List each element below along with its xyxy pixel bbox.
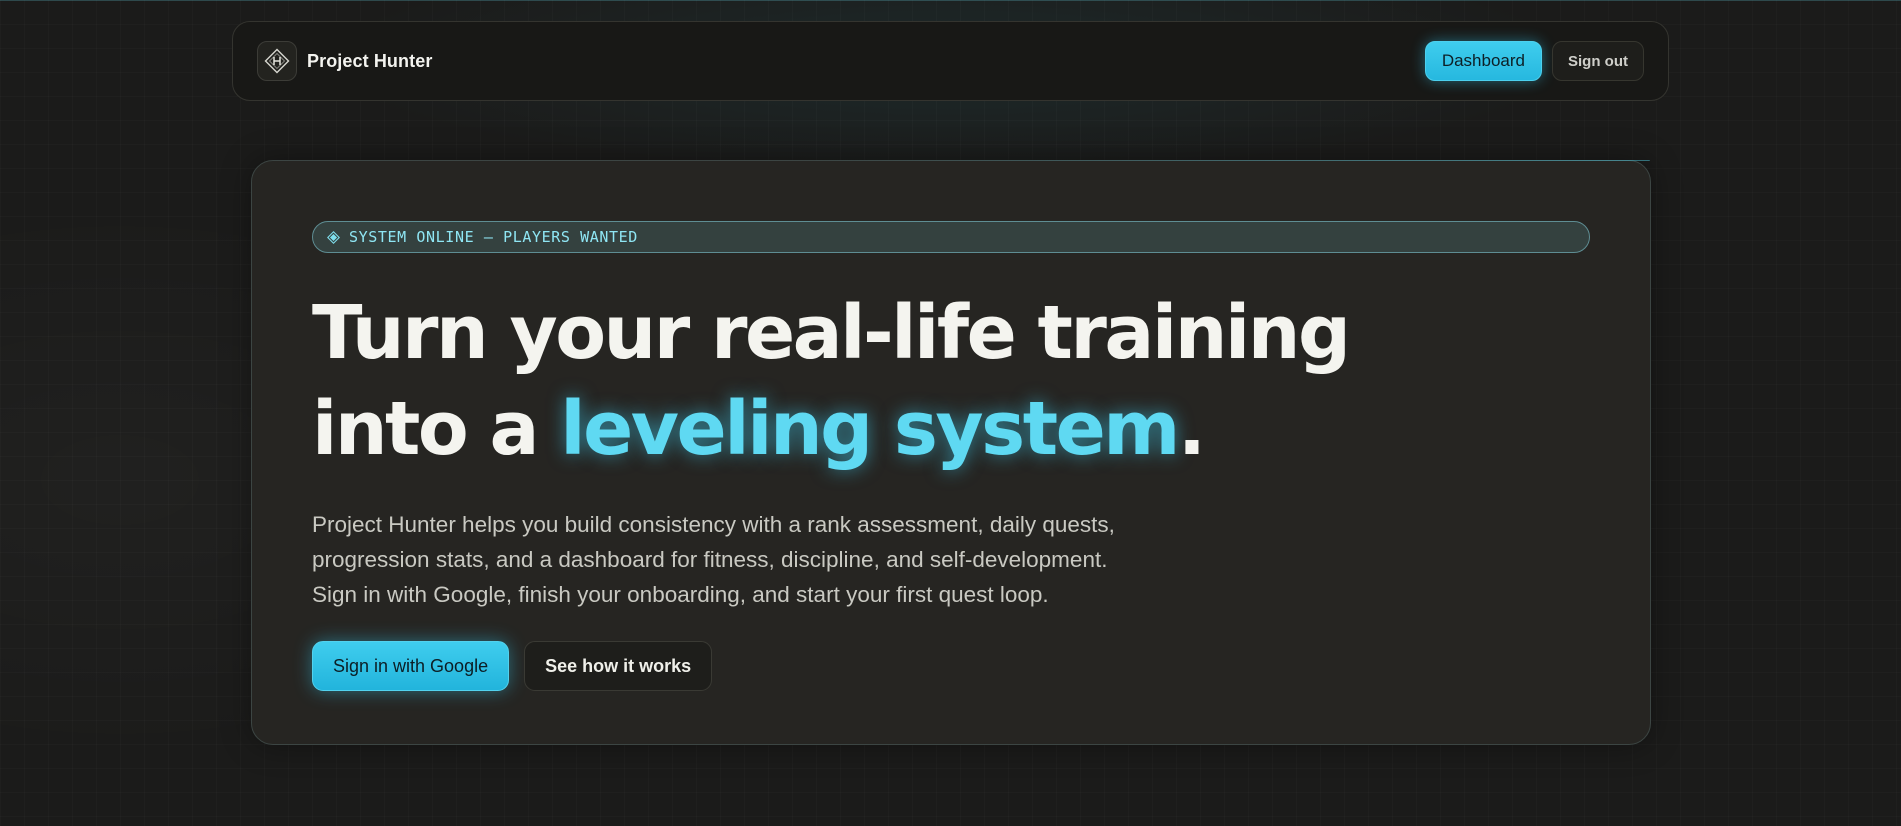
description-line-2: progression stats, and a dashboard for f…: [312, 547, 1108, 572]
headline-line-1: Turn your real-life training: [312, 290, 1351, 376]
dashboard-button[interactable]: Dashboard: [1424, 41, 1542, 81]
hero-card: SYSTEM ONLINE — PLAYERS WANTED Turn your…: [251, 160, 1651, 745]
headline-line-2-suffix: .: [1177, 386, 1206, 472]
description-line-3: Sign in with Google, finish your onboard…: [312, 582, 1049, 607]
headline-line-2-prefix: into a: [312, 386, 561, 472]
landing-page: Project Hunter Dashboard Sign out SYSTEM…: [0, 0, 1901, 826]
status-badge: SYSTEM ONLINE — PLAYERS WANTED: [312, 221, 1590, 253]
brand-name: Project Hunter: [307, 50, 433, 71]
brand-home-link[interactable]: Project Hunter: [257, 41, 432, 81]
top-accent-line: [0, 0, 1901, 1]
hero-headline: Turn your real-life training into a leve…: [312, 285, 1590, 477]
navbar: Project Hunter Dashboard Sign out: [232, 21, 1669, 101]
headline-accent: leveling system: [560, 386, 1180, 472]
diamond-h-logo-icon: [257, 41, 297, 81]
sign-in-google-button[interactable]: Sign in with Google: [312, 641, 510, 691]
see-how-it-works-button[interactable]: See how it works: [524, 641, 713, 691]
cta-row: Sign in with Google See how it works: [312, 641, 1590, 691]
hero-description: Project Hunter helps you build consisten…: [312, 507, 1212, 612]
diamond-icon: [327, 230, 340, 244]
nav-actions: Dashboard Sign out: [1424, 41, 1644, 81]
description-line-1: Project Hunter helps you build consisten…: [312, 512, 1115, 537]
status-text: SYSTEM ONLINE — PLAYERS WANTED: [349, 228, 638, 246]
sign-out-button[interactable]: Sign out: [1552, 41, 1644, 81]
